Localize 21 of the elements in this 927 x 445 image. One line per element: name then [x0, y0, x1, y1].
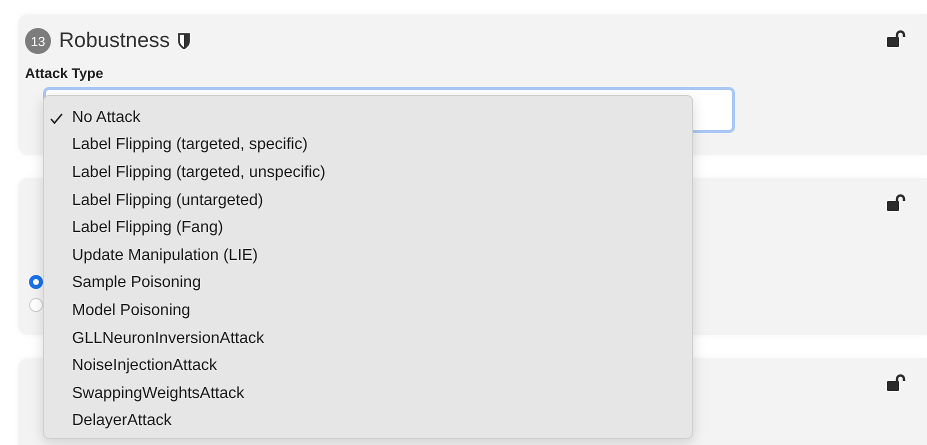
- section-title: Robustness: [59, 29, 170, 53]
- radio-button[interactable]: [29, 298, 43, 312]
- step-number-badge: 13: [25, 28, 51, 54]
- menu-item[interactable]: Label Flipping (targeted, specific): [72, 136, 308, 154]
- menu-item[interactable]: SwappingWeightsAttack: [72, 384, 244, 403]
- shield-icon: [178, 33, 190, 49]
- unlocked-lock-icon[interactable]: [887, 374, 907, 391]
- menu-item[interactable]: Label Flipping (Fang): [72, 219, 224, 238]
- menu-item[interactable]: DelayerAttack: [72, 412, 172, 430]
- menu-item[interactable]: No Attack: [72, 108, 140, 127]
- radio-button[interactable]: [29, 275, 43, 289]
- unlocked-lock-icon[interactable]: [887, 30, 907, 47]
- menu-item[interactable]: Model Poisoning: [72, 302, 190, 320]
- field-label: Attack Type: [25, 65, 104, 81]
- menu-item[interactable]: Label Flipping (targeted, unspecific): [72, 164, 326, 182]
- menu-item[interactable]: Update Manipulation (LIE): [72, 246, 258, 265]
- menu-item[interactable]: Label Flipping (untargeted): [72, 192, 264, 210]
- menu-item[interactable]: NoiseInjectionAttack: [72, 357, 217, 376]
- menu-item[interactable]: GLLNeuronInversionAttack: [72, 330, 264, 348]
- menu-item[interactable]: Sample Poisoning: [72, 274, 201, 292]
- unlocked-lock-icon[interactable]: [887, 194, 907, 211]
